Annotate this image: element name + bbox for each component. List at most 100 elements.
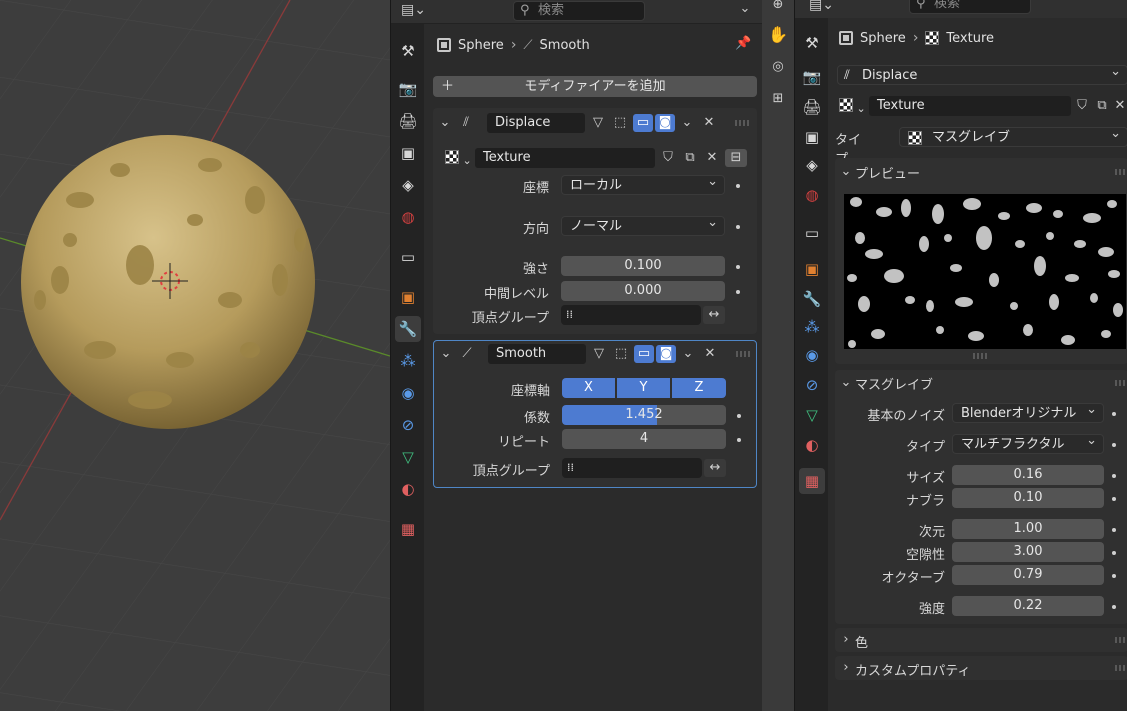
fake-user-shield-icon[interactable]: ⛉	[1073, 97, 1091, 115]
drag-handle-icon[interactable]	[1115, 665, 1127, 671]
tool-tab-icon[interactable]: ⚒	[395, 38, 421, 64]
cage-icon[interactable]: ⬚	[612, 345, 630, 363]
world-tab-icon[interactable]: ◍	[799, 182, 825, 208]
chevron-down-icon[interactable]: ⌄	[437, 114, 453, 132]
intensity-field[interactable]: 0.22	[952, 596, 1104, 616]
keyframe-dot[interactable]	[1112, 574, 1116, 578]
drag-handle-icon[interactable]	[1115, 380, 1127, 386]
physics-tab-icon[interactable]: ◉	[799, 342, 825, 368]
collection-tab-icon[interactable]: ▭	[395, 244, 421, 270]
drag-handle-icon[interactable]	[735, 120, 749, 126]
camera-view-icon[interactable]: ◎	[768, 58, 788, 76]
render-tab-icon[interactable]: 📷	[799, 64, 825, 90]
axis-y-toggle[interactable]: Y	[617, 378, 670, 398]
close-icon[interactable]: ✕	[701, 114, 717, 132]
texture-tab-icon[interactable]: ▦	[799, 468, 825, 494]
chevron-down-icon[interactable]: ⌄	[679, 114, 695, 132]
noise-basis-dropdown[interactable]: Blenderオリジナル	[952, 400, 1104, 423]
factor-slider[interactable]: 1.452	[562, 405, 726, 425]
pan-hand-icon[interactable]: ✋	[768, 26, 788, 44]
texture-type-dropdown[interactable]: マスグレイブ	[899, 124, 1127, 147]
modifier-tab-icon[interactable]: 🔧	[799, 286, 825, 312]
viewport-canvas[interactable]	[0, 0, 390, 711]
keyframe-dot[interactable]	[1112, 528, 1116, 532]
keyframe-dot[interactable]	[1112, 497, 1116, 501]
pin-icon[interactable]: 📌	[735, 36, 751, 51]
vertex-group-field[interactable]: ⁞⁞	[561, 305, 701, 325]
scene-tab-icon[interactable]: ◈	[799, 152, 825, 178]
strength-field[interactable]: 0.100	[561, 256, 725, 276]
keyframe-dot[interactable]	[736, 225, 740, 229]
object-tab-icon[interactable]: ▣	[395, 284, 421, 310]
collection-tab-icon[interactable]: ▭	[799, 220, 825, 246]
keyframe-dot[interactable]	[736, 290, 740, 294]
texture-properties-icon[interactable]: ⊟	[725, 149, 747, 167]
ortho-grid-icon[interactable]: ⊞	[768, 90, 788, 108]
constraints-tab-icon[interactable]: ⊘	[799, 372, 825, 398]
material-tab-icon[interactable]: ◐	[799, 432, 825, 458]
repeat-field[interactable]: 4	[562, 429, 726, 449]
keyframe-dot[interactable]	[737, 438, 741, 442]
object-tab-icon[interactable]: ▣	[799, 256, 825, 282]
close-icon[interactable]: ✕	[702, 345, 718, 363]
scene-tab-icon[interactable]: ◈	[395, 172, 421, 198]
custom-properties-panel[interactable]: › カスタムプロパティ	[835, 656, 1127, 680]
modifier-name-field[interactable]: Displace	[487, 113, 585, 133]
drag-handle-icon[interactable]	[1115, 637, 1127, 643]
tool-tab-icon[interactable]: ⚒	[799, 30, 825, 56]
render-camera-icon[interactable]: ◙	[656, 345, 676, 363]
dimension-field[interactable]: 1.00	[952, 519, 1104, 539]
keyframe-dot[interactable]	[736, 184, 740, 188]
keyframe-dot[interactable]	[1112, 443, 1116, 447]
texture-browse-icon[interactable]: ⌄	[445, 150, 472, 168]
texture-user-dropdown[interactable]: ⫽ Displace	[837, 62, 1127, 85]
keyframe-dot[interactable]	[736, 265, 740, 269]
texture-name-field[interactable]: Texture	[475, 148, 655, 168]
octaves-field[interactable]: 0.79	[952, 565, 1104, 585]
keyframe-dot[interactable]	[737, 414, 741, 418]
midlevel-field[interactable]: 0.000	[561, 281, 725, 301]
physics-tab-icon[interactable]: ◉	[395, 380, 421, 406]
add-modifier-button[interactable]: ＋ モディファイアーを追加	[433, 76, 757, 97]
direction-dropdown[interactable]: ノーマル	[561, 213, 725, 236]
texture-name-field[interactable]: Texture	[869, 96, 1071, 116]
keyframe-dot[interactable]	[1112, 412, 1116, 416]
render-camera-icon[interactable]: ◙	[655, 114, 675, 132]
invert-arrows-icon[interactable]: ↔	[703, 306, 725, 324]
search-input[interactable]: ⚲ 検索	[909, 0, 1031, 14]
nabla-field[interactable]: 0.10	[952, 488, 1104, 508]
view-layer-tab-icon[interactable]: ▣	[799, 124, 825, 150]
texture-tab-icon[interactable]: ▦	[395, 516, 421, 542]
unlink-close-icon[interactable]: ✕	[703, 149, 721, 167]
lacunarity-field[interactable]: 3.00	[952, 542, 1104, 562]
edit-mode-icon[interactable]: ▽	[589, 114, 607, 132]
unlink-close-icon[interactable]: ✕	[1113, 97, 1127, 115]
output-tab-icon[interactable]: 🖨	[799, 94, 825, 120]
edit-mode-icon[interactable]: ▽	[590, 345, 608, 363]
colors-panel[interactable]: › 色	[835, 628, 1127, 652]
drag-handle-icon[interactable]	[1115, 169, 1127, 175]
chevron-down-icon[interactable]: ⌄	[438, 345, 454, 363]
axis-x-toggle[interactable]: X	[562, 378, 615, 398]
editor-type-icon[interactable]: ▤⌄	[401, 2, 435, 22]
data-tab-icon[interactable]: ▽	[395, 444, 421, 470]
fake-user-shield-icon[interactable]: ⛉	[659, 149, 677, 167]
texture-browse-icon[interactable]: ⌄	[839, 98, 866, 116]
keyframe-dot[interactable]	[1112, 551, 1116, 555]
particles-tab-icon[interactable]: ⁂	[799, 314, 825, 340]
search-input[interactable]: ⚲ 検索	[513, 1, 645, 21]
viewport-display-icon[interactable]: ▭	[634, 345, 654, 363]
render-tab-icon[interactable]: 📷	[395, 76, 421, 102]
chevron-down-icon[interactable]: ⌄	[680, 345, 696, 363]
data-tab-icon[interactable]: ▽	[799, 402, 825, 428]
chevron-down-icon[interactable]: ⌄	[839, 374, 853, 392]
modifier-tab-icon[interactable]: 🔧	[395, 316, 421, 342]
coords-dropdown[interactable]: ローカル	[561, 172, 725, 195]
drag-handle-icon[interactable]	[736, 351, 750, 357]
3d-viewport[interactable]	[0, 0, 390, 711]
cage-icon[interactable]: ⬚	[611, 114, 629, 132]
resize-handle-icon[interactable]	[973, 353, 987, 359]
world-tab-icon[interactable]: ◍	[395, 204, 421, 230]
keyframe-dot[interactable]	[1112, 474, 1116, 478]
constraints-tab-icon[interactable]: ⊘	[395, 412, 421, 438]
